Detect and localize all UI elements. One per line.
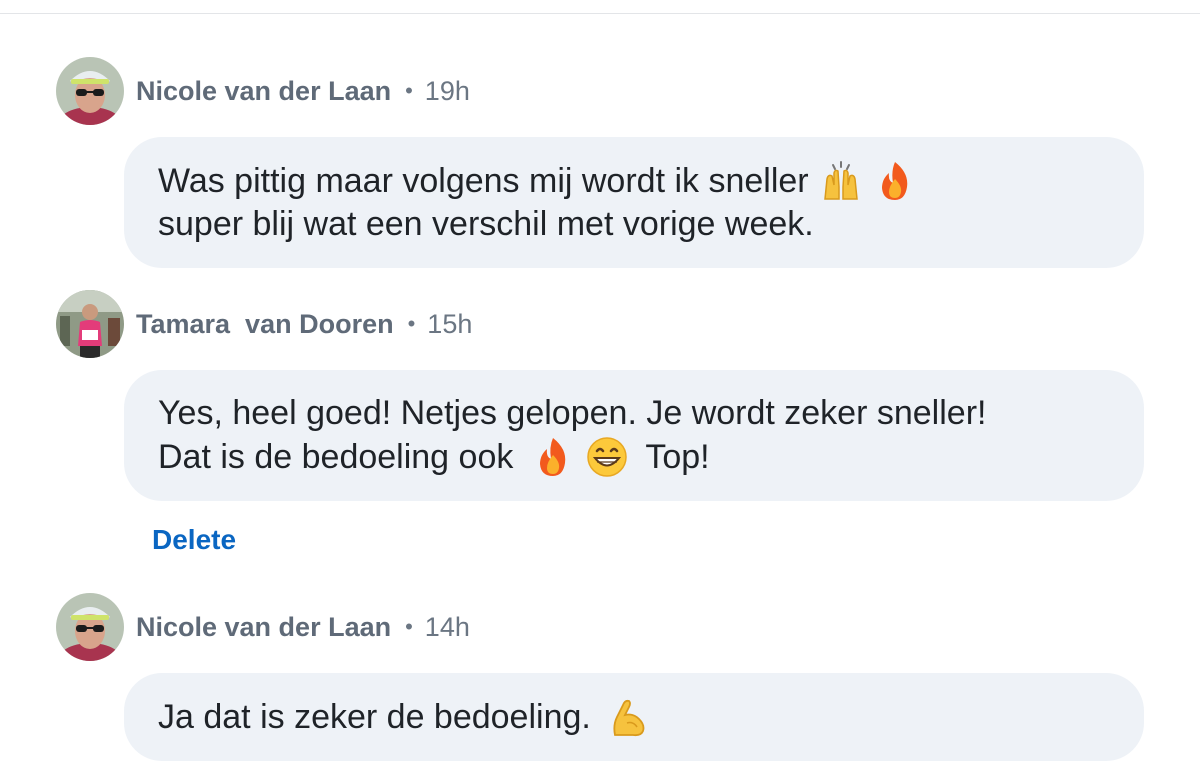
comment-header: Nicole van der Laan • 19h	[56, 57, 470, 125]
comments-thread: Nicole van der Laan • 19h Was pittig maa…	[0, 0, 1200, 784]
comment-header: Tamara van Dooren • 15h	[56, 290, 472, 358]
comment-bubble: Was pittig maar volgens mij wordt ik sne…	[124, 137, 1144, 268]
top-divider	[0, 13, 1200, 14]
comment-text: super blij wat een verschil met vorige w…	[158, 205, 814, 243]
comment-text: Yes, heel goed! Netjes gelopen. Je wordt…	[158, 394, 987, 432]
fire-icon	[873, 159, 917, 203]
comment-line: super blij wat een verschil met vorige w…	[158, 203, 1110, 246]
avatar[interactable]	[56, 290, 124, 358]
avatar[interactable]	[56, 57, 124, 125]
raising-hands-icon	[819, 159, 863, 203]
author-name[interactable]: Nicole van der Laan	[136, 612, 391, 643]
comment-text: Was pittig maar volgens mij wordt ik sne…	[158, 161, 809, 200]
comment-line: Was pittig maar volgens mij wordt ik sne…	[158, 159, 1110, 203]
timestamp: 15h	[427, 308, 473, 339]
comment-line: Yes, heel goed! Netjes gelopen. Je wordt…	[158, 392, 1110, 435]
comment-line: Dat is de bedoeling ook Top!	[158, 435, 1110, 479]
comment-text: Top!	[645, 437, 710, 476]
comment-bubble: Yes, heel goed! Netjes gelopen. Je wordt…	[124, 370, 1144, 501]
author-name[interactable]: Nicole van der Laan	[136, 76, 391, 107]
delete-button[interactable]: Delete	[152, 524, 236, 556]
timestamp: 14h	[424, 611, 470, 642]
avatar[interactable]	[56, 593, 124, 661]
fire-icon	[531, 435, 575, 479]
timestamp: 19h	[424, 75, 470, 106]
separator-dot: •	[405, 78, 413, 103]
flexed-biceps-icon	[607, 695, 651, 739]
comment-text: Ja dat is zeker de bedoeling.	[158, 697, 591, 736]
author-name[interactable]: Tamara van Dooren	[136, 309, 394, 340]
grinning-face-icon	[585, 435, 629, 479]
separator-dot: •	[405, 614, 413, 639]
comment-header: Nicole van der Laan • 14h	[56, 593, 470, 661]
comment-bubble: Ja dat is zeker de bedoeling.	[124, 673, 1144, 761]
separator-dot: •	[407, 311, 416, 336]
comment-line: Ja dat is zeker de bedoeling.	[158, 695, 1110, 739]
comment-text: Dat is de bedoeling ook	[158, 437, 514, 476]
